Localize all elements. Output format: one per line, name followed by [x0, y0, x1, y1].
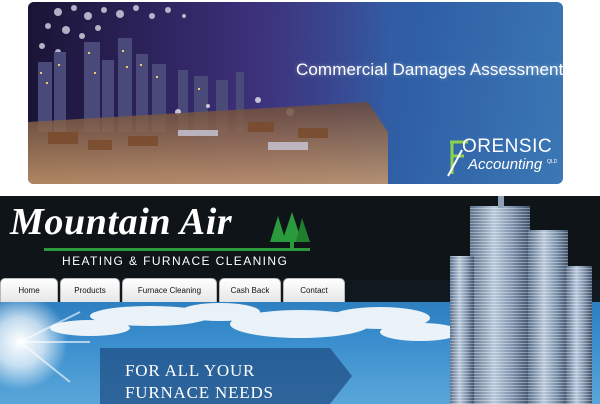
nav-home-label: Home [18, 286, 40, 295]
banner-headline: Commercial Damages Assessment [296, 60, 563, 79]
forensic-logo-suffix: QLD [547, 159, 558, 165]
nav-products[interactable]: Products [60, 278, 120, 302]
skyscraper-image [450, 196, 592, 404]
hero-text: FOR ALL YOUR FURNACE NEEDS [125, 360, 325, 404]
forensic-accounting-logo: ORENSIC Accounting QLD [446, 136, 563, 180]
hero-line2: FURNACE NEEDS [125, 383, 274, 402]
nav-home[interactable]: Home [0, 278, 58, 302]
brand-tagline: HEATING & FURNACE CLEANING [62, 254, 289, 268]
forensic-logo-line1: ORENSIC [462, 136, 553, 157]
nav-furnace-cleaning[interactable]: Furnace Cleaning [122, 278, 217, 302]
mountain-air-site: Mountain Air HEATING & FURNACE CLEANING … [0, 196, 600, 404]
nav-contact[interactable]: Contact [283, 278, 345, 302]
nav-furnace-cleaning-label: Furnace Cleaning [137, 286, 202, 295]
city-night-image [28, 2, 388, 184]
nav-cash-back[interactable]: Cash Back [219, 278, 281, 302]
forensic-logo-line2: Accounting [468, 156, 543, 173]
nav-products-label: Products [74, 286, 106, 295]
hero-line1: FOR ALL YOUR [125, 361, 256, 380]
commercial-damages-banner: Commercial Damages Assessment ORENSIC Ac… [28, 2, 563, 184]
pine-trees-icon [270, 212, 310, 248]
nav-contact-label: Contact [300, 286, 328, 295]
main-nav: Home Products Furnace Cleaning Cash Back… [0, 278, 345, 302]
brand-underline [44, 248, 310, 251]
brand-name: Mountain Air [10, 201, 233, 243]
nav-cash-back-label: Cash Back [230, 286, 270, 295]
mountain-air-logo[interactable]: Mountain Air HEATING & FURNACE CLEANING [10, 200, 310, 268]
screenshot-root: Commercial Damages Assessment ORENSIC Ac… [0, 0, 600, 404]
